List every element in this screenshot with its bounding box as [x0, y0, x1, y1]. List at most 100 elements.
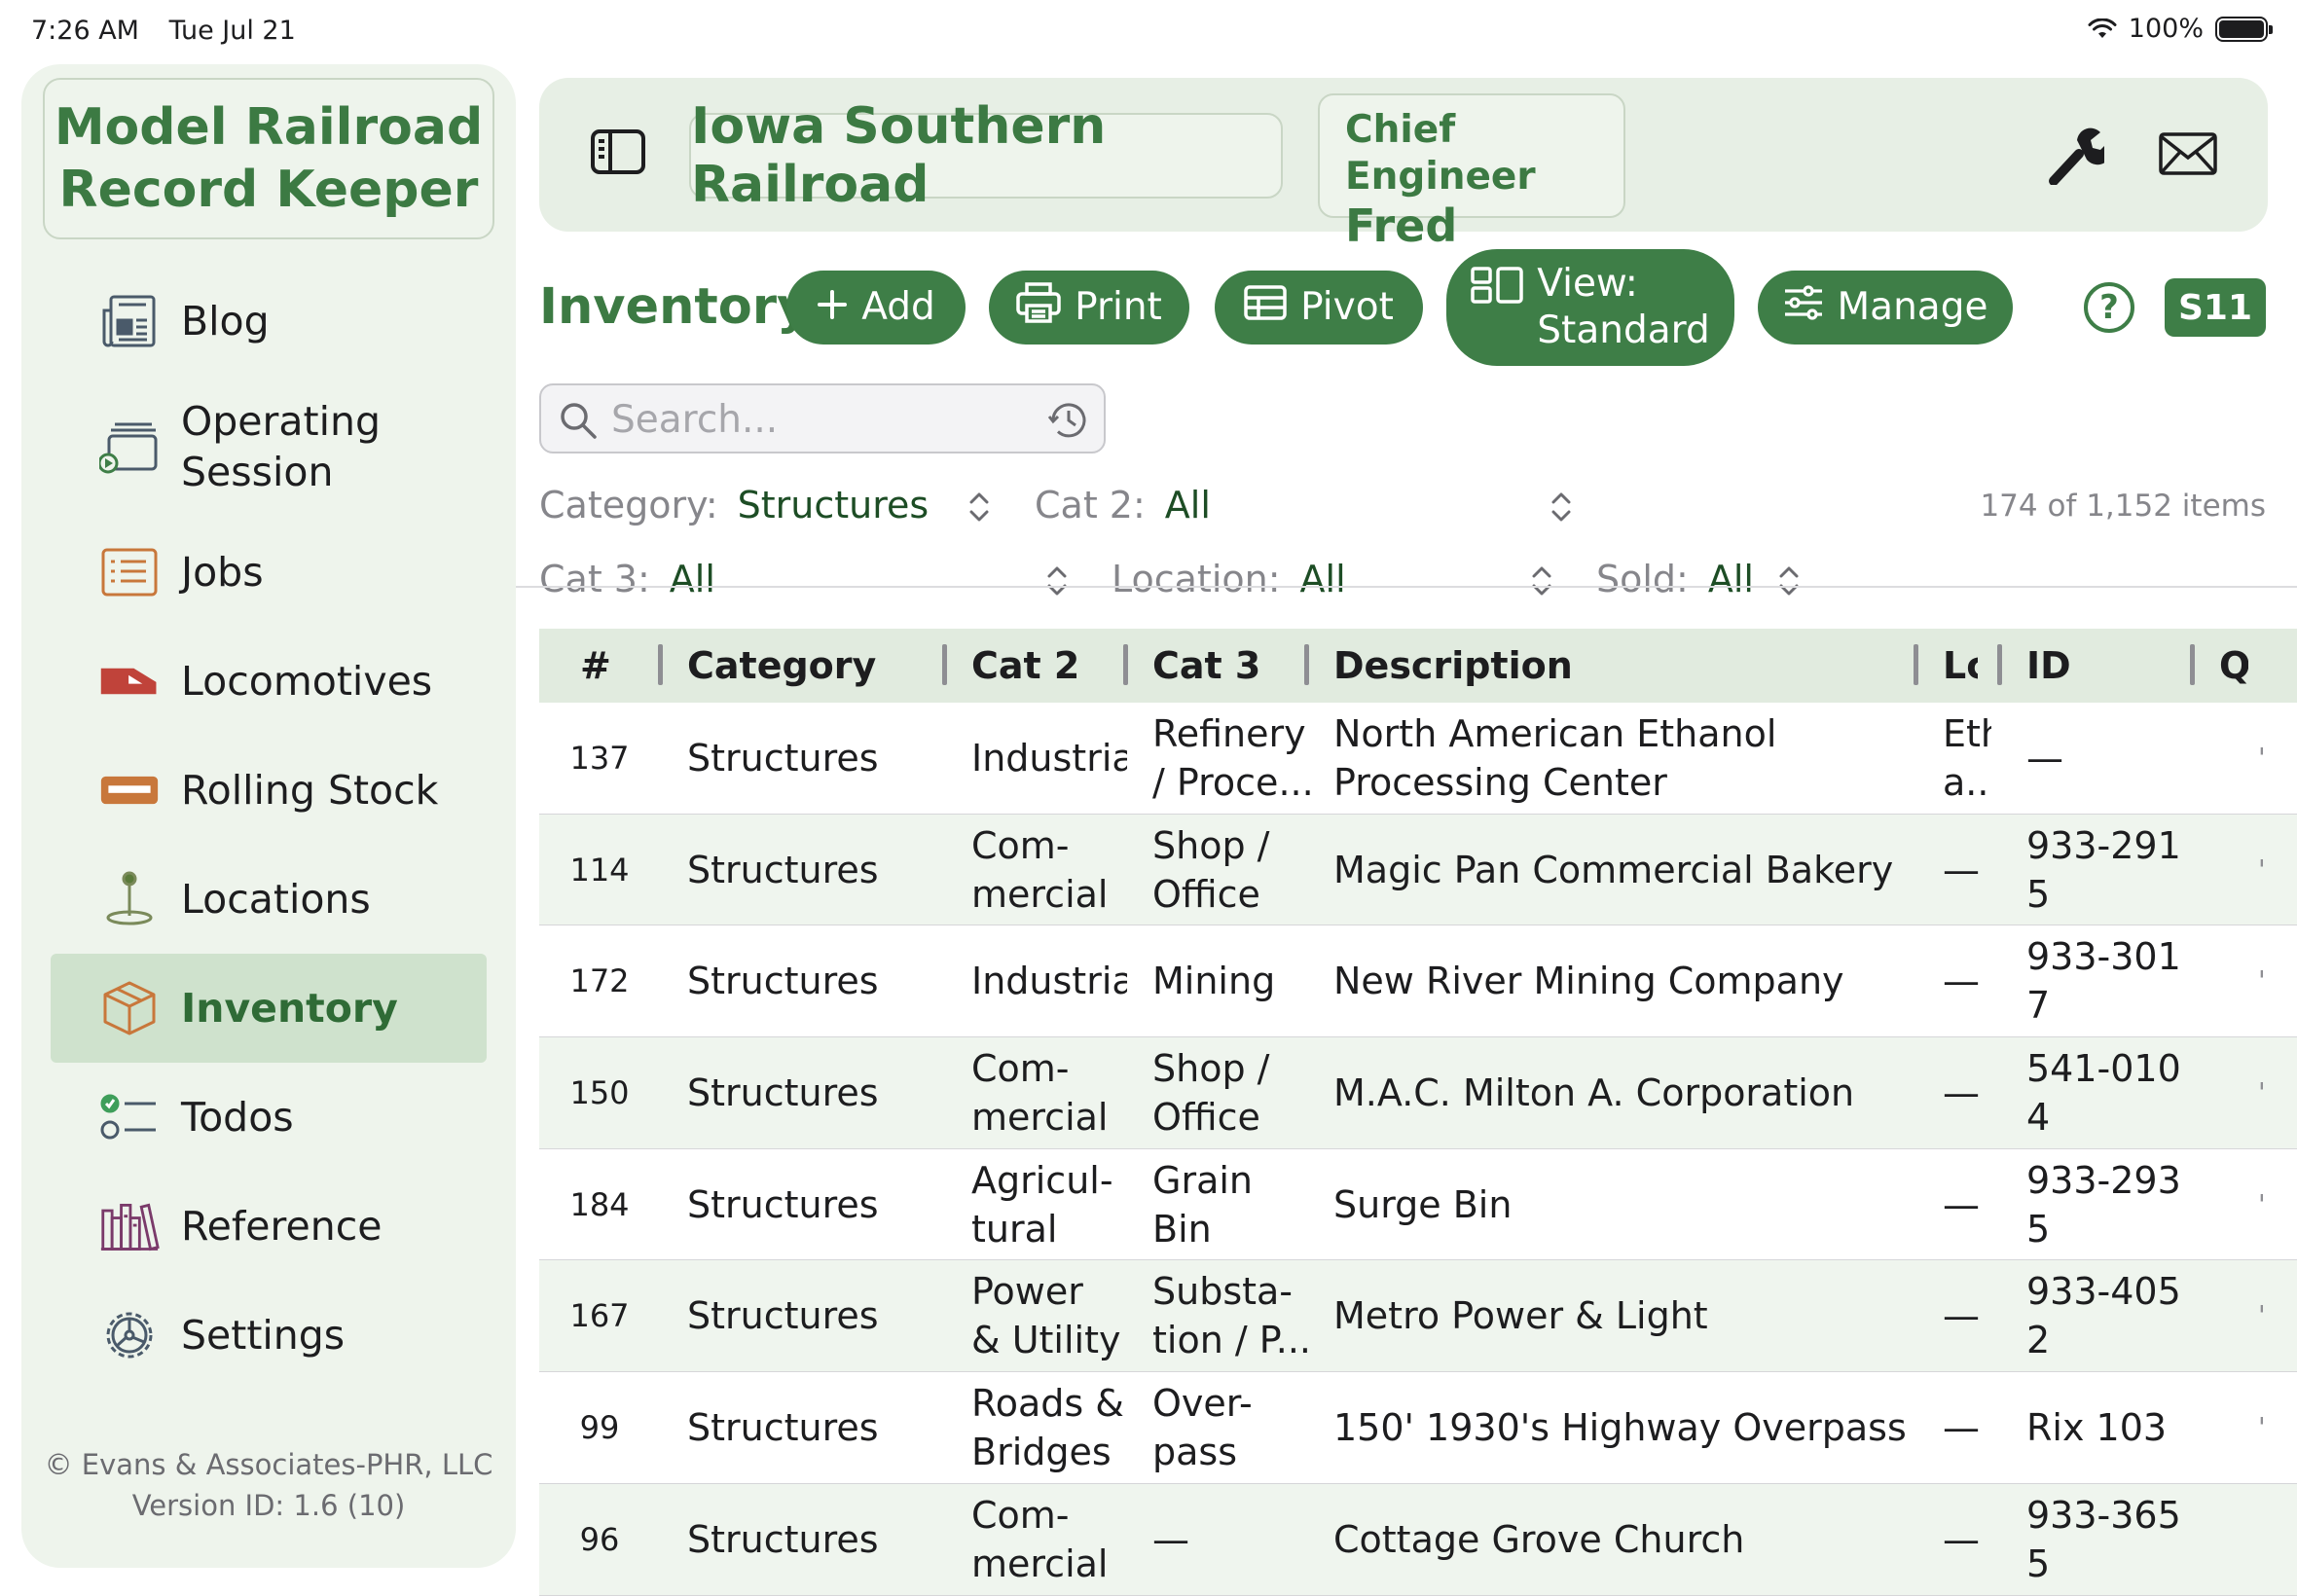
- sidebar-item-locomotives[interactable]: Locomotives: [51, 627, 487, 736]
- print-button[interactable]: Print: [989, 271, 1189, 345]
- user-name: Fred: [1345, 200, 1458, 252]
- table-row[interactable]: 184 Structures Agricul- tural Grain Bin …: [539, 1149, 2297, 1261]
- sidebar-item-locations[interactable]: Locations: [51, 845, 487, 954]
- cat2-chevron-icon[interactable]: [1550, 490, 1573, 524]
- cell-cat2: Roads & Bridges: [971, 1381, 1124, 1473]
- column-header-cat3[interactable]: Cat 3: [1152, 629, 1260, 703]
- column-header-description[interactable]: Description: [1333, 629, 1573, 703]
- cell-number: 184: [569, 1185, 630, 1223]
- sold-chevron-icon[interactable]: [1777, 564, 1801, 598]
- column-header-number[interactable]: #: [580, 629, 611, 703]
- cell-category: Structures: [687, 1294, 879, 1338]
- cell-description: Cottage Grove Church: [1333, 1517, 1745, 1561]
- table-row[interactable]: 150 Structures Com- mercial Shop / Offic…: [539, 1037, 2297, 1149]
- s11-button[interactable]: S11: [2165, 278, 2266, 337]
- cell-id: 933-365 5: [2026, 1493, 2181, 1585]
- cell-quantity-clipped: ': [2258, 1410, 2266, 1443]
- app-title: Model Railroad Record Keeper: [43, 78, 494, 239]
- cat2-filter-label: Cat 2:: [1035, 484, 1146, 526]
- cell-cat2: Power & Utility: [971, 1270, 1121, 1362]
- manage-button[interactable]: Manage: [1758, 271, 2013, 345]
- table-icon: [1244, 285, 1287, 330]
- gear-icon: [99, 1305, 160, 1365]
- table-row[interactable]: 99 Structures Roads & Bridges Over- pass…: [539, 1372, 2297, 1484]
- cell-quantity-clipped: ': [2258, 964, 2266, 998]
- cell-location: —: [1943, 1070, 1980, 1114]
- sidebar-item-blog[interactable]: Blog: [51, 267, 487, 376]
- items-count: 174 of 1,152 items: [1980, 489, 2266, 524]
- cell-quantity-clipped: ': [2258, 852, 2266, 886]
- sidebar-item-operating-session[interactable]: Operating Session: [51, 376, 487, 518]
- column-resize-handle[interactable]: [1997, 644, 2002, 685]
- locomotive-icon: [99, 651, 160, 711]
- manage-button-label: Manage: [1837, 285, 1988, 329]
- sidebar-item-jobs[interactable]: Jobs: [51, 518, 487, 627]
- search-input[interactable]: [611, 395, 1010, 444]
- sidebar-item-label: Operating Session: [181, 398, 381, 495]
- category-chevron-icon[interactable]: [967, 490, 991, 524]
- table-header: # Category Cat 2 Cat 3 Description Lc ID…: [539, 629, 2297, 703]
- location-chevron-icon[interactable]: [1530, 564, 1553, 598]
- add-button[interactable]: Add: [786, 271, 966, 345]
- cell-category: Structures: [687, 960, 879, 1003]
- location-filter-value: All: [1299, 558, 1346, 600]
- table-row[interactable]: 137 Structures Industrial Refinery / Pro…: [539, 703, 2297, 815]
- location-filter-label: Location:: [1112, 558, 1281, 600]
- column-resize-handle[interactable]: [1123, 644, 1128, 685]
- table-row[interactable]: 96 Structures Com- mercial — Cottage Gro…: [539, 1483, 2297, 1596]
- sidebar-item-label: Jobs: [181, 549, 264, 596]
- cat3-chevron-icon[interactable]: [1045, 564, 1069, 598]
- cell-category: Structures: [687, 736, 879, 780]
- wrench-icon[interactable]: [2048, 125, 2112, 189]
- mail-icon[interactable]: [2159, 132, 2217, 179]
- cell-id: 933-293 5: [2026, 1158, 2181, 1251]
- sidebar-item-rolling-stock[interactable]: Rolling Stock: [51, 736, 487, 845]
- pivot-button[interactable]: Pivot: [1215, 271, 1423, 345]
- wifi-icon: [2088, 18, 2117, 38]
- divider: [516, 586, 2297, 588]
- cell-category: Structures: [687, 1405, 879, 1449]
- column-header-location[interactable]: Lc: [1943, 629, 1978, 703]
- sold-filter[interactable]: Sold: All: [1596, 558, 1754, 600]
- railroad-name[interactable]: Iowa Southern Railroad: [689, 97, 1283, 214]
- column-resize-handle[interactable]: [658, 644, 663, 685]
- sidebar-item-settings[interactable]: Settings: [51, 1281, 487, 1390]
- cat2-filter[interactable]: Cat 2: All: [1035, 484, 1211, 526]
- box-icon: [99, 978, 160, 1038]
- help-button[interactable]: ?: [2084, 282, 2134, 333]
- column-resize-handle[interactable]: [2190, 644, 2195, 685]
- column-header-cat2[interactable]: Cat 2: [971, 629, 1079, 703]
- list-icon: [99, 542, 160, 602]
- location-filter[interactable]: Location: All: [1112, 558, 1346, 600]
- cell-location: —: [1943, 1182, 1980, 1226]
- sidebar-toggle-icon[interactable]: [590, 128, 646, 179]
- cat3-filter-value: All: [669, 558, 715, 600]
- user-badge[interactable]: Chief Engineer Fred: [1318, 93, 1625, 251]
- sidebar-item-reference[interactable]: Reference: [51, 1172, 487, 1281]
- cat3-filter[interactable]: Cat 3: All: [539, 558, 715, 600]
- category-filter[interactable]: Category: Structures: [539, 484, 929, 526]
- table-row[interactable]: 172 Structures Industrial Mining New Riv…: [539, 925, 2297, 1038]
- table-row[interactable]: 114 Structures Com- mercial Shop / Offic…: [539, 814, 2297, 926]
- column-resize-handle[interactable]: [942, 644, 947, 685]
- table-row[interactable]: 167 Structures Power & Utility Substa- t…: [539, 1260, 2297, 1373]
- sliders-icon: [1783, 285, 1824, 330]
- sidebar-nav: Blog Operating Session Jobs Locomotives …: [51, 267, 487, 1390]
- cell-description: New River Mining Company: [1333, 960, 1844, 1003]
- sidebar-item-inventory[interactable]: Inventory: [51, 954, 487, 1063]
- column-resize-handle[interactable]: [1914, 644, 1918, 685]
- column-resize-handle[interactable]: [1304, 644, 1309, 685]
- cell-description: North American Ethanol Processing Center: [1333, 711, 1777, 804]
- column-header-id[interactable]: ID: [2026, 629, 2071, 703]
- column-header-quantity[interactable]: Q: [2219, 629, 2248, 703]
- user-role: Chief Engineer: [1345, 108, 1536, 199]
- operating-session-icon: [99, 417, 160, 477]
- status-date: Tue Jul 21: [168, 16, 296, 46]
- view-selector-button[interactable]: View: Standard: [1446, 249, 1734, 366]
- sidebar-item-todos[interactable]: Todos: [51, 1063, 487, 1172]
- column-header-category[interactable]: Category: [687, 629, 876, 703]
- cell-location: —: [1943, 1405, 1980, 1449]
- battery-percent: 100%: [2128, 14, 2204, 44]
- history-icon[interactable]: [1047, 401, 1088, 444]
- cell-category: Structures: [687, 1070, 879, 1114]
